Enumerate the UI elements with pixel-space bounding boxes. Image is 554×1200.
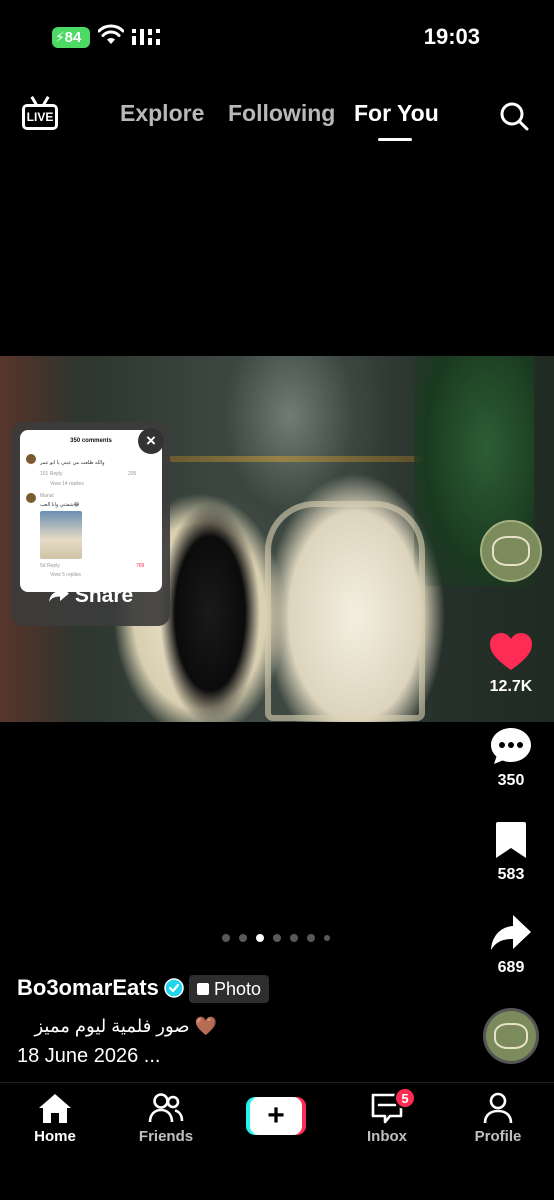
sound-disc-logo-icon [494,1023,528,1049]
top-nav: LIVE Explore Following For You [0,92,554,148]
share-popup-close-button[interactable]: × [138,428,164,454]
photo-stack-icon [197,983,209,995]
nav-home-label: Home [34,1128,76,1145]
comment-button[interactable]: 350 [480,726,542,790]
nav-inbox-label: Inbox [367,1128,407,1145]
share-arrow-icon [48,584,69,608]
preview-comment-2-meta: 5d Reply [40,563,60,569]
creator-username[interactable]: Bo3omarEats [17,975,159,1001]
preview-view-replies-1: View 14 replies [50,481,84,487]
pagination-dot [307,934,315,942]
photo-mode-badge[interactable]: Photo [189,975,270,1003]
tab-for-you[interactable]: For You [354,100,439,127]
preview-comment-1: والله طلعت من عيني يا ابو عمر [40,460,105,466]
battery-indicator: ⚡ 84 [52,27,90,48]
live-button[interactable]: LIVE [22,95,60,132]
creator-logo-icon [492,536,530,566]
cellular-signal-icon [132,29,160,45]
pagination-dot [273,934,281,942]
create-post-button[interactable]: + [246,1097,306,1135]
plus-icon: + [250,1097,302,1135]
verified-badge-icon [164,978,184,998]
preview-comment-2-likes: 769 [136,563,145,569]
sound-disc[interactable] [483,1008,539,1064]
creator-avatar[interactable] [480,520,542,582]
bookmark-button[interactable]: 583 [480,820,542,884]
bookmark-icon [496,822,526,858]
pagination-dot [290,934,298,942]
caption-date[interactable]: 18 June 2026 ... [17,1045,160,1068]
live-label: LIVE [26,110,54,124]
tab-following[interactable]: Following [228,100,335,127]
preview-comment-image [40,511,82,559]
share-button[interactable]: 689 [480,913,542,977]
nav-friends[interactable]: Friends [121,1092,211,1145]
live-tv-icon: LIVE [22,104,58,130]
bookmark-count: 583 [497,866,525,883]
photo-pagination-dots [222,934,330,942]
pagination-dot [239,934,247,942]
preview-avatar-1 [26,454,36,464]
share-arrow-icon [491,915,531,950]
friends-icon [148,1093,184,1123]
comment-count: 350 [497,772,525,789]
like-button[interactable]: 12.7K [480,632,542,696]
preview-comment-1-likes: 205 [128,471,137,477]
nav-profile-label: Profile [474,1128,522,1145]
photo-throne-chair [265,501,425,721]
share-count: 689 [497,959,525,976]
pagination-dot [324,935,330,941]
wifi-icon [98,24,124,44]
bottom-nav-divider [0,1082,554,1083]
photo-seated-figure-left [160,476,260,722]
tab-explore[interactable]: Explore [120,100,204,127]
comment-screenshot-preview: 350 comments والله طلعت من عيني يا ابو ع… [20,430,162,592]
preview-comment-2-user: Manal [40,493,54,499]
nav-inbox[interactable]: Inbox [342,1092,432,1145]
status-time: 19:03 [423,24,480,49]
home-icon [39,1094,71,1123]
comment-bubble-icon [491,728,531,764]
battery-level: 84 [64,29,82,46]
profile-icon [483,1092,513,1124]
nav-profile[interactable]: Profile [453,1092,543,1145]
preview-comment-2: شفتني وانا العب😂 [40,502,80,508]
share-popup[interactable]: 350 comments والله طلعت من عيني يا ابو ع… [12,422,170,626]
photo-badge-label: Photo [214,978,262,999]
photo-wall-frame [125,456,435,462]
bottom-nav: Home Friends + Inbox Profile [0,1088,554,1158]
search-icon[interactable] [498,100,530,132]
nav-friends-label: Friends [138,1128,194,1145]
preview-avatar-2 [26,493,36,503]
share-popup-label: Share [74,584,134,607]
like-count: 12.7K [489,678,533,695]
inbox-notification-badge: 5 [394,1087,416,1109]
status-bar: ⚡ 84 19:03 [0,0,554,80]
share-popup-button[interactable]: Share [12,584,170,608]
nav-home[interactable]: Home [10,1092,100,1145]
active-tab-indicator [378,138,412,141]
pagination-dot-active [256,934,264,942]
preview-comment-1-meta: 101 Reply [40,471,63,477]
heart-icon [490,633,532,670]
charging-bolt-icon: ⚡ [55,29,65,45]
caption-text[interactable]: 🤎 صور فلمية ليوم مميز [17,1016,217,1037]
pagination-dot [222,934,230,942]
preview-view-replies-2: View 5 replies [50,572,82,578]
